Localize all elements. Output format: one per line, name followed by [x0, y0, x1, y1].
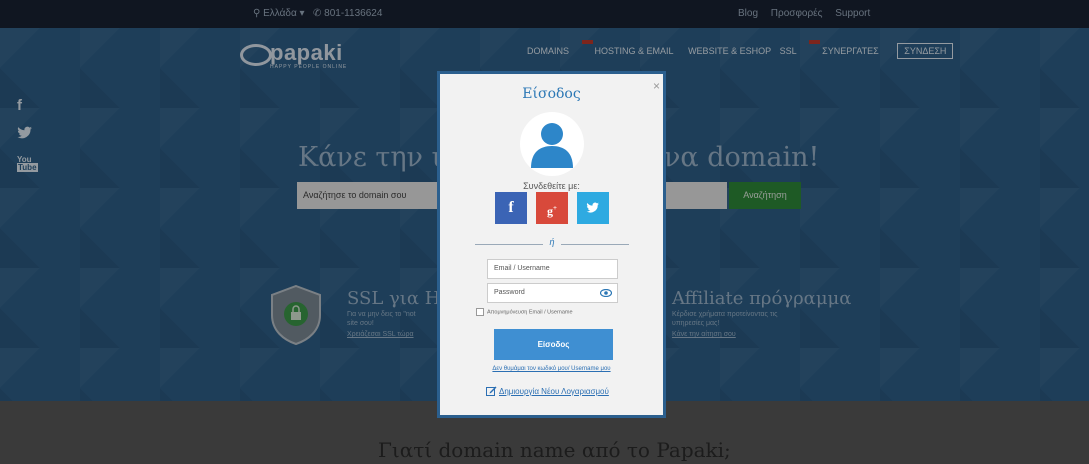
- show-password-eye-icon[interactable]: [600, 289, 612, 297]
- edit-icon: [486, 386, 497, 396]
- facebook-login-button[interactable]: f: [495, 192, 527, 224]
- divider: [561, 244, 629, 245]
- or-label: ή: [549, 237, 555, 247]
- modal-title: Είσοδος: [522, 86, 581, 102]
- page: ⚲ Ελλάδα ▾ ✆ 801-1136624 Blog Προσφορές …: [0, 0, 1089, 464]
- remember-me-label: Απομνημόνευση Email / Username: [487, 309, 573, 316]
- checkbox-box: [476, 308, 484, 316]
- remember-me-checkbox[interactable]: Απομνημόνευση Email / Username: [476, 308, 573, 316]
- login-submit-button[interactable]: Είσοδος: [494, 329, 613, 360]
- username-input[interactable]: Email / Username: [487, 259, 618, 279]
- password-input[interactable]: Password: [487, 283, 618, 303]
- password-placeholder: Password: [494, 289, 525, 296]
- login-modal: × Είσοδος Συνδεθείτε με: f g+ ή Email / …: [437, 71, 666, 418]
- create-account-label: Δημιουργία Νέου Λογαριασμού: [499, 387, 609, 396]
- forgot-password-link[interactable]: Δεν θυμάμαι τον κωδικό μου/ Username μου: [440, 366, 663, 372]
- user-avatar-icon: [520, 112, 584, 176]
- twitter-login-button[interactable]: [577, 192, 609, 224]
- create-account-link[interactable]: Δημιουργία Νέου Λογαριασμού: [486, 386, 609, 396]
- divider: [475, 244, 543, 245]
- google-plus-login-button[interactable]: g+: [536, 192, 568, 224]
- connect-with-label: Συνδεθείτε με:: [523, 181, 580, 191]
